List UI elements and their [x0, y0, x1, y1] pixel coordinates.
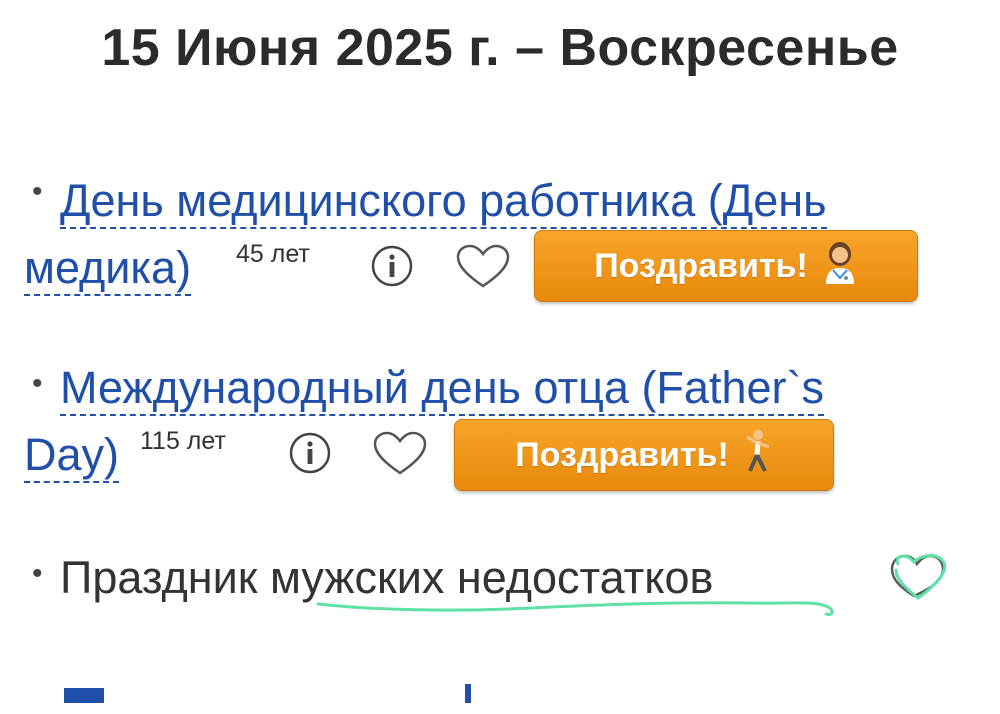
info-icon[interactable] — [288, 431, 332, 480]
heart-icon[interactable] — [372, 431, 428, 482]
holiday-link-father[interactable]: Международный день отца (Father`s — [60, 362, 824, 416]
holiday-text-prefix: Праздник — [60, 552, 270, 603]
congratulate-button[interactable]: Поздравить! — [534, 230, 918, 302]
holiday-link-medic-cont[interactable]: медика) — [24, 242, 192, 296]
next-holiday-partial — [60, 662, 480, 714]
bullet: • — [32, 557, 43, 590]
dancing-man-emoji-icon — [743, 429, 773, 482]
years-badge: 115 лет — [140, 427, 226, 455]
bullet: • — [32, 175, 43, 208]
congratulate-button-label: Поздравить! — [515, 435, 729, 474]
holiday-link-medic[interactable]: День медицинского работника (День — [60, 175, 827, 229]
doctor-emoji-icon — [822, 240, 858, 293]
info-icon[interactable] — [370, 244, 414, 293]
years-badge: 45 лет — [236, 240, 310, 268]
page-title: 15 Июня 2025 г. – Воскресенье — [101, 19, 899, 77]
bullet: • — [32, 367, 43, 400]
heart-icon[interactable] — [455, 244, 511, 295]
congratulate-button-label: Поздравить! — [594, 246, 808, 285]
holiday-link-father-cont[interactable]: Day) — [24, 429, 120, 483]
heart-icon-annotated[interactable] — [884, 550, 958, 611]
congratulate-button[interactable]: Поздравить! — [454, 419, 834, 491]
holiday-text-highlight: мужских недостатков — [269, 552, 714, 603]
